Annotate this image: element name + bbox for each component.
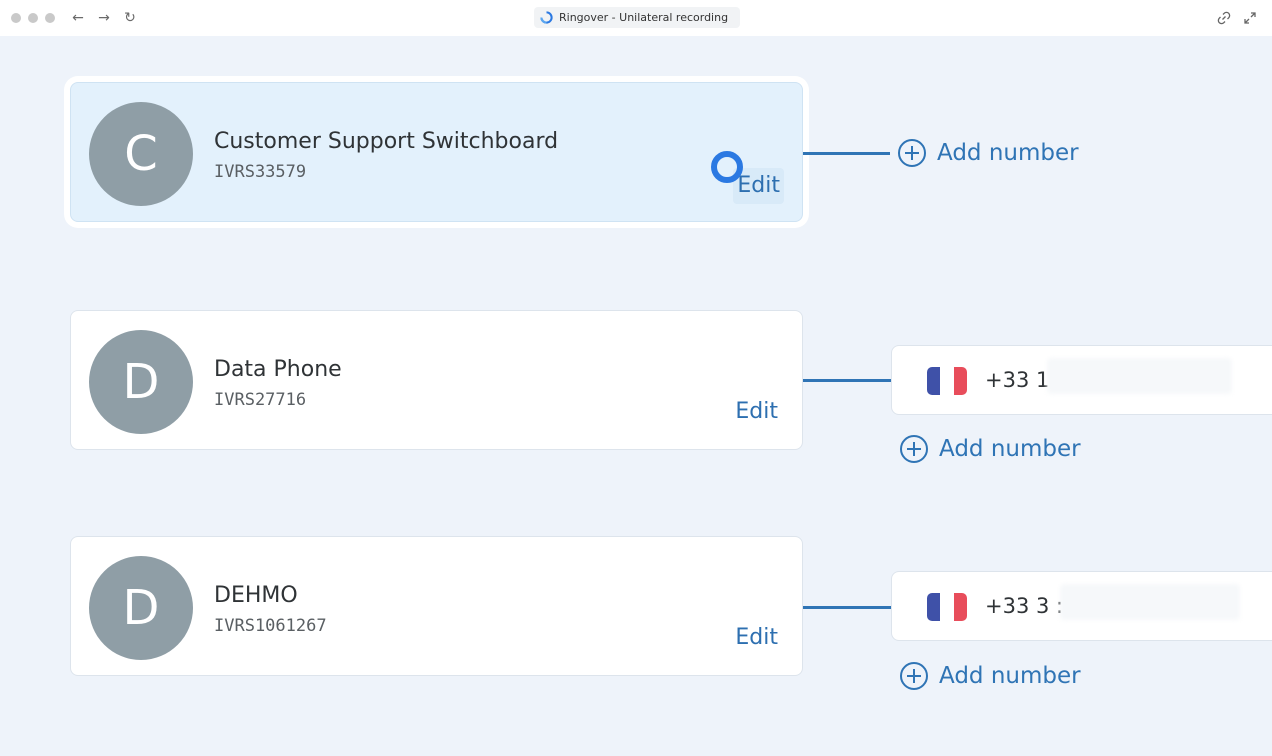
phone-number-chip[interactable]: +33 3 : bbox=[891, 571, 1272, 641]
add-number-label: Add number bbox=[937, 140, 1079, 166]
connector-line bbox=[803, 152, 890, 155]
france-flag-icon bbox=[927, 367, 967, 395]
ivrs-card[interactable]: D DEHMO IVRS1061267 Edit bbox=[70, 536, 803, 676]
ivrs-name: Data Phone bbox=[214, 357, 342, 382]
add-number-label: Add number bbox=[939, 663, 1081, 689]
edit-button[interactable]: Edit bbox=[735, 625, 778, 650]
forward-arrow-icon[interactable]: → bbox=[94, 8, 114, 28]
ringover-logo-icon bbox=[540, 11, 553, 24]
minimize-window-button[interactable] bbox=[28, 13, 38, 23]
expand-icon[interactable] bbox=[1241, 9, 1259, 27]
ivrs-id: IVRS1061267 bbox=[214, 616, 327, 636]
redacted-region bbox=[1047, 358, 1232, 394]
phone-number: +33 1 bbox=[985, 368, 1050, 392]
tab-title: Ringover - Unilateral recording bbox=[559, 11, 729, 24]
ivrs-card[interactable]: C Customer Support Switchboard IVRS33579… bbox=[70, 82, 803, 222]
ivrs-id: IVRS27716 bbox=[214, 390, 307, 410]
phone-number-chip[interactable]: +33 1 bbox=[891, 345, 1272, 415]
browser-tab[interactable]: Ringover - Unilateral recording bbox=[534, 7, 740, 28]
add-number-label: Add number bbox=[939, 436, 1081, 462]
plus-circle-icon bbox=[898, 139, 926, 167]
ivrs-name: Customer Support Switchboard bbox=[214, 129, 559, 154]
plus-circle-icon bbox=[900, 435, 928, 463]
add-number-button[interactable]: Add number bbox=[899, 434, 1081, 464]
maximize-window-button[interactable] bbox=[45, 13, 55, 23]
avatar: C bbox=[89, 102, 193, 206]
avatar: D bbox=[89, 556, 193, 660]
ivrs-id: IVRS33579 bbox=[214, 162, 307, 182]
connector-line bbox=[803, 379, 891, 382]
ivrs-card[interactable]: D Data Phone IVRS27716 Edit bbox=[70, 310, 803, 450]
france-flag-icon bbox=[927, 593, 967, 621]
add-number-button[interactable]: Add number bbox=[897, 138, 1079, 168]
connector-line bbox=[803, 606, 891, 609]
back-arrow-icon[interactable]: ← bbox=[68, 8, 88, 28]
click-indicator bbox=[711, 151, 743, 183]
reload-icon[interactable]: ↻ bbox=[120, 8, 140, 28]
phone-number: +33 3 : bbox=[985, 594, 1064, 618]
edit-button[interactable]: Edit bbox=[735, 399, 778, 424]
copy-link-icon[interactable] bbox=[1215, 9, 1233, 27]
avatar: D bbox=[89, 330, 193, 434]
ivrs-list: C Customer Support Switchboard IVRS33579… bbox=[0, 36, 1272, 756]
browser-toolbar: ← → ↻ Ringover - Unilateral recording bbox=[0, 0, 1272, 36]
ivrs-name: DEHMO bbox=[214, 583, 298, 608]
close-window-button[interactable] bbox=[11, 13, 21, 23]
window-controls bbox=[11, 13, 55, 23]
redacted-region bbox=[1060, 584, 1240, 620]
plus-circle-icon bbox=[900, 662, 928, 690]
add-number-button[interactable]: Add number bbox=[899, 661, 1081, 691]
